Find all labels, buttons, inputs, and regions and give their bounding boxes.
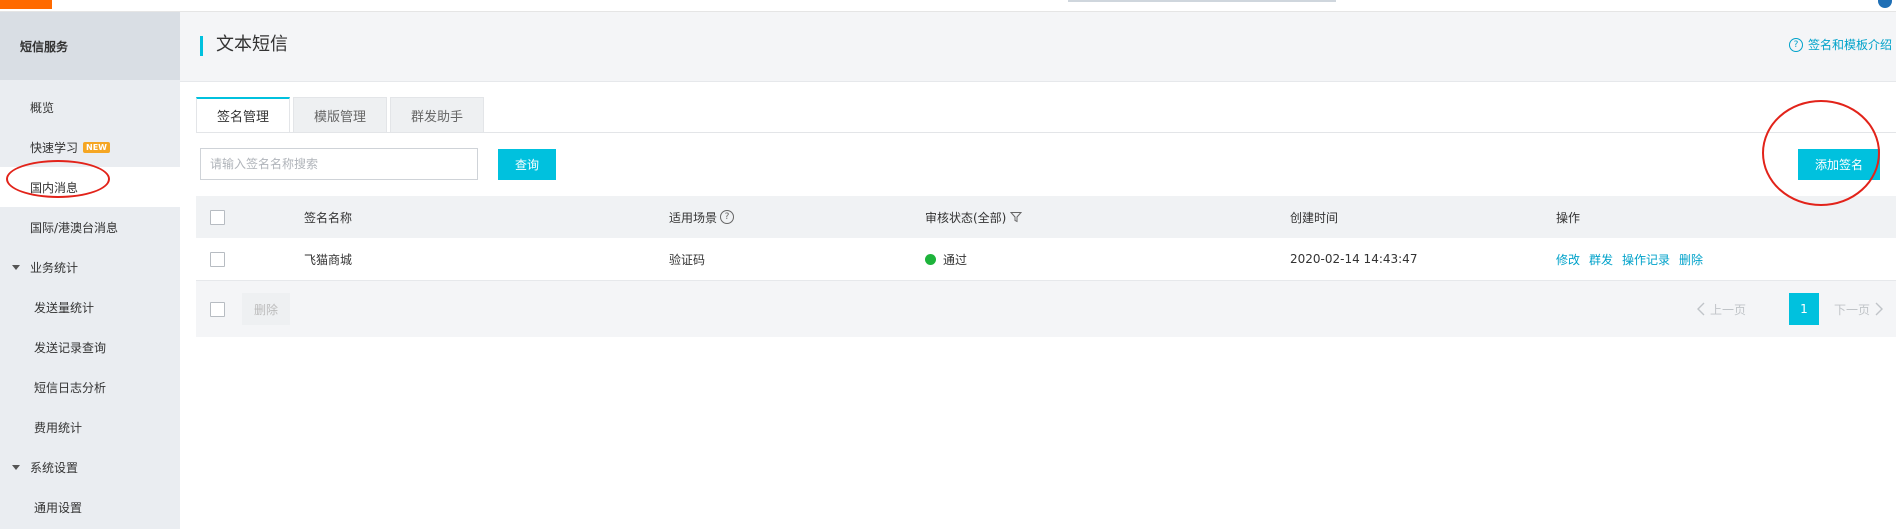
question-circle-icon: ? <box>1788 37 1803 52</box>
chevron-left-icon <box>1697 302 1705 316</box>
sidebar-item-label: 快速学习 <box>30 140 79 155</box>
sidebar-group-system-settings[interactable]: 系统设置 <box>0 447 180 487</box>
cell-scene: 验证码 <box>669 252 706 267</box>
sidebar-item-domestic-messages[interactable]: 国内消息 <box>0 167 180 207</box>
edit-link[interactable]: 修改 <box>1556 251 1580 268</box>
tab-bulk-send-assistant[interactable]: 群发助手 <box>390 97 485 132</box>
tab-label: 签名管理 <box>217 110 270 125</box>
status-approved-icon <box>925 253 936 265</box>
query-button[interactable]: 查询 <box>498 149 556 180</box>
operation-log-link[interactable]: 操作记录 <box>1622 251 1670 268</box>
caret-down-icon <box>12 264 20 270</box>
table-header: 签名名称 适用场景 ? 审核状态(全部) 创建时间 操作 <box>196 196 1896 238</box>
sidebar-item-send-volume[interactable]: 发送量统计 <box>0 287 180 327</box>
next-page-button[interactable]: 下一页 <box>1834 293 1884 325</box>
sidebar-group-business-stats[interactable]: 业务统计 <box>0 247 180 287</box>
brand-logo[interactable] <box>0 0 52 9</box>
bulk-send-link[interactable]: 群发 <box>1589 251 1613 268</box>
sidebar-group-label: 系统设置 <box>30 460 79 475</box>
column-header-status-label: 审核状态(全部) <box>925 210 1007 225</box>
next-page-label: 下一页 <box>1834 302 1871 317</box>
sidebar-item-overview[interactable]: 概览 <box>0 87 180 127</box>
select-all-checkbox[interactable] <box>210 209 225 225</box>
select-all-cell <box>210 196 225 238</box>
row-select-cell <box>210 238 225 280</box>
help-link[interactable]: ? 签名和模板介绍 <box>1788 36 1892 53</box>
sidebar-item-quick-learn[interactable]: 快速学习 NEW <box>0 127 180 167</box>
help-link-label: 签名和模板介绍 <box>1807 38 1892 52</box>
column-header-scene-label: 适用场景 <box>669 210 718 225</box>
sidebar-item-label: 发送量统计 <box>34 300 95 315</box>
sidebar-nav: 概览 快速学习 NEW 国内消息 国际/港澳台消息 业务统计 发送量统计 发送记… <box>0 80 180 527</box>
tab-label: 模版管理 <box>314 109 367 125</box>
prev-page-label: 上一页 <box>1710 302 1747 317</box>
sidebar-item-label: 概览 <box>30 100 55 115</box>
question-circle-icon[interactable]: ? <box>720 210 735 224</box>
cell-created-time: 2020-02-14 14:43:47 <box>1290 252 1418 266</box>
page-header: 文本短信 ? 签名和模板介绍 <box>180 12 1896 82</box>
new-badge: NEW <box>83 141 110 153</box>
delete-link[interactable]: 删除 <box>1679 251 1703 268</box>
sidebar-title: 短信服务 <box>0 12 180 80</box>
sidebar-item-label: 通用设置 <box>34 500 83 515</box>
tab-divider <box>196 132 1896 133</box>
sidebar-item-label: 发送记录查询 <box>34 340 107 355</box>
row-checkbox[interactable] <box>210 251 225 267</box>
sidebar-item-general-settings[interactable]: 通用设置 <box>0 487 180 527</box>
page-number-current[interactable]: 1 <box>1789 293 1819 325</box>
signature-search-input[interactable] <box>200 148 478 180</box>
top-bar <box>0 0 1896 12</box>
title-accent-bar <box>200 36 203 56</box>
caret-down-icon <box>12 464 20 470</box>
cell-actions: 修改 群发 操作记录 删除 <box>1556 238 1712 280</box>
filter-icon[interactable] <box>1010 211 1023 223</box>
sidebar-item-label: 国际/港澳台消息 <box>30 220 119 235</box>
user-avatar-icon[interactable] <box>1878 0 1892 8</box>
sidebar-item-label: 短信日志分析 <box>34 380 107 395</box>
tab-bar: 签名管理 模版管理 群发助手 <box>196 97 487 132</box>
prev-page-button[interactable]: 上一页 <box>1696 293 1746 325</box>
sidebar-item-international-messages[interactable]: 国际/港澳台消息 <box>0 207 180 247</box>
footer-select-cell <box>210 281 225 337</box>
column-header-name: 签名名称 <box>304 210 353 225</box>
table-footer: 删除 上一页 1 下一页 <box>196 281 1896 337</box>
signature-table: 签名名称 适用场景 ? 审核状态(全部) 创建时间 操作 飞猫商城 验证码 通过… <box>196 196 1896 337</box>
sidebar: 短信服务 概览 快速学习 NEW 国内消息 国际/港澳台消息 业务统计 发送量统… <box>0 12 180 529</box>
sidebar-item-cost-stats[interactable]: 费用统计 <box>0 407 180 447</box>
sidebar-item-label: 费用统计 <box>34 420 83 435</box>
chevron-right-icon <box>1875 302 1884 316</box>
cell-signature-name: 飞猫商城 <box>304 252 353 267</box>
column-header-actions: 操作 <box>1556 210 1581 225</box>
tab-template-management[interactable]: 模版管理 <box>293 97 388 132</box>
tab-label: 群发助手 <box>411 109 464 125</box>
sidebar-item-label: 国内消息 <box>30 180 79 195</box>
column-header-created: 创建时间 <box>1290 210 1339 225</box>
global-search-bar[interactable] <box>1068 0 1336 2</box>
cell-status: 通过 <box>925 238 967 280</box>
column-header-status[interactable]: 审核状态(全部) <box>925 196 1023 238</box>
status-label: 通过 <box>943 252 968 267</box>
page-title: 文本短信 <box>216 34 288 55</box>
tab-signature-management[interactable]: 签名管理 <box>196 97 291 132</box>
sidebar-item-send-records[interactable]: 发送记录查询 <box>0 327 180 367</box>
table-row: 飞猫商城 验证码 通过 2020-02-14 14:43:47 修改 群发 操作… <box>196 238 1896 281</box>
column-header-scene: 适用场景 ? <box>669 196 735 238</box>
footer-select-all-checkbox[interactable] <box>210 301 225 317</box>
add-signature-button[interactable]: 添加签名 <box>1798 149 1880 180</box>
sidebar-group-label: 业务统计 <box>30 260 79 275</box>
sidebar-item-log-analysis[interactable]: 短信日志分析 <box>0 367 180 407</box>
batch-delete-button[interactable]: 删除 <box>242 293 290 325</box>
main-content: 文本短信 ? 签名和模板介绍 签名管理 模版管理 群发助手 查询 添加签名 签名… <box>180 12 1896 529</box>
